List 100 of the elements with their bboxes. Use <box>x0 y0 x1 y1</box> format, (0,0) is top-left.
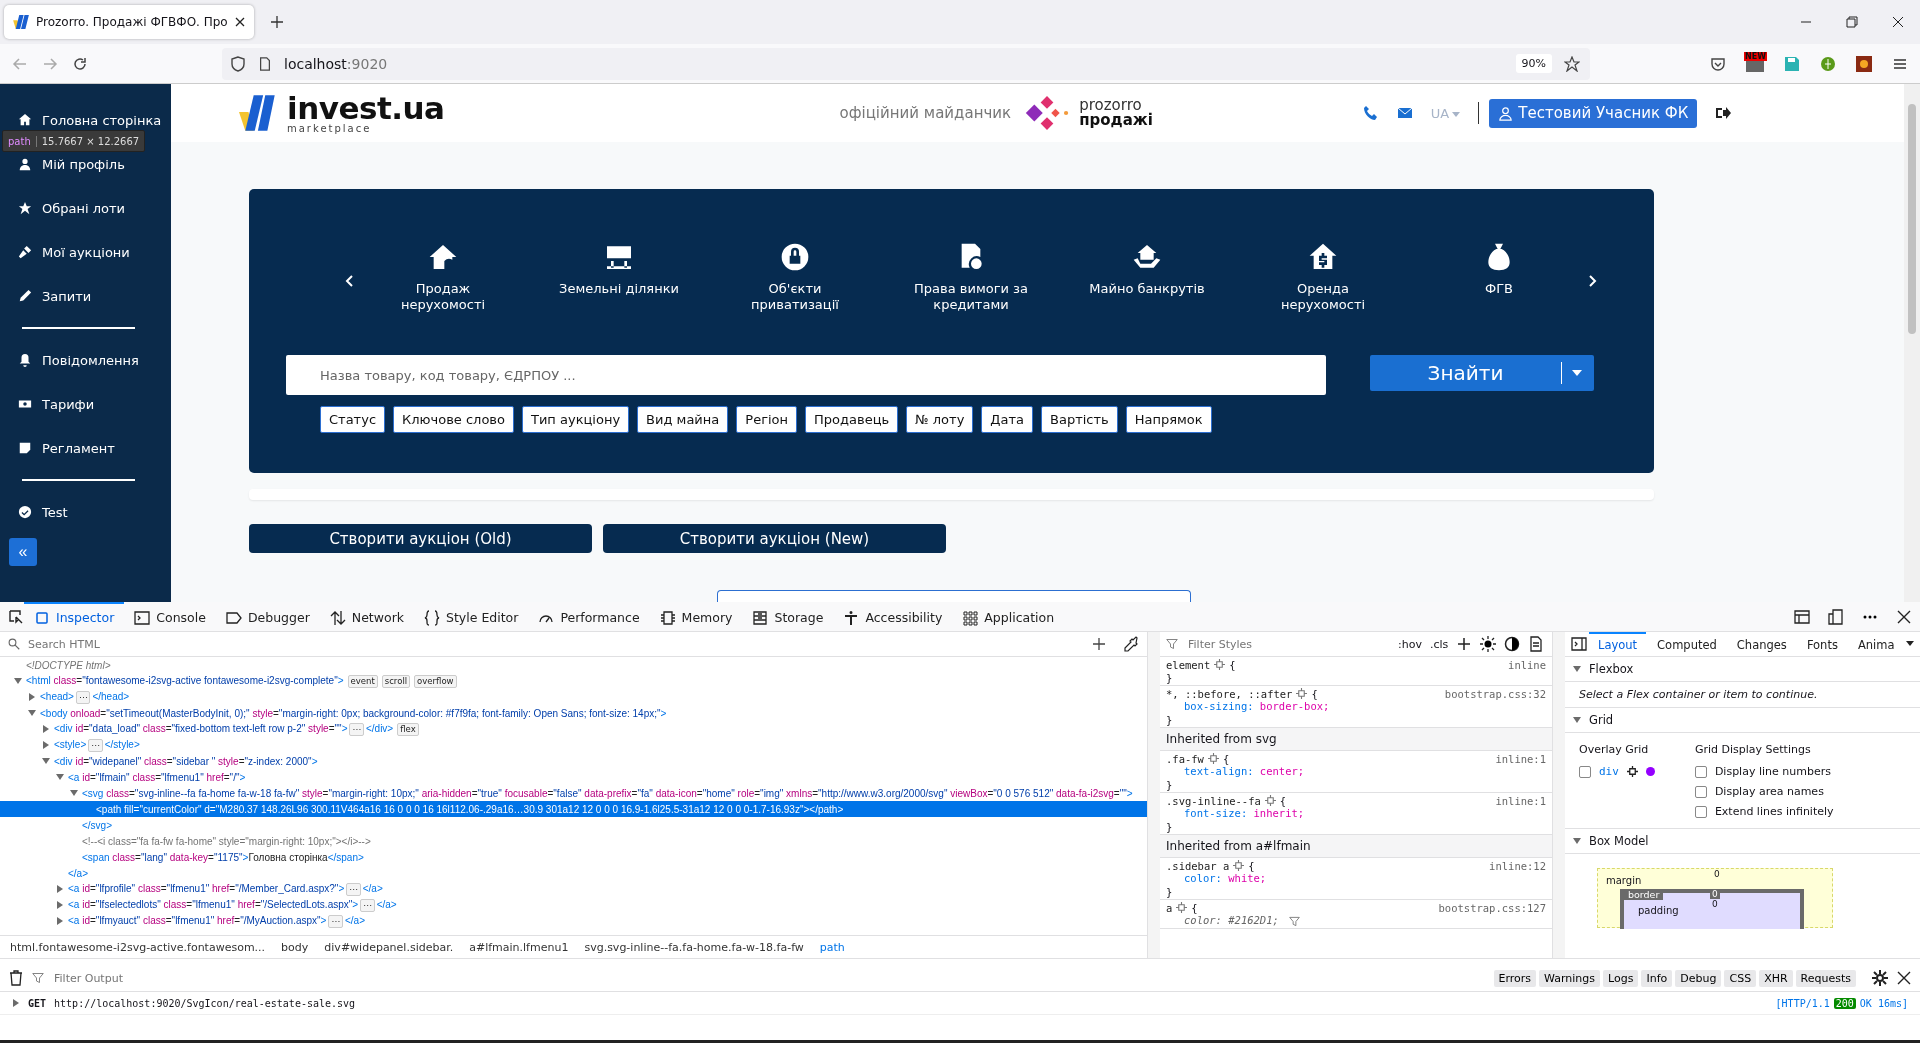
log-filter-button[interactable]: Info <box>1641 969 1673 987</box>
css-declaration[interactable]: color: white; <box>1184 872 1267 885</box>
margin-value[interactable]: 0 <box>1714 869 1720 879</box>
panel-tab[interactable]: Changes <box>1727 632 1796 656</box>
close-icon[interactable] <box>1896 970 1912 986</box>
expand-arrow-icon[interactable] <box>56 917 64 925</box>
plus-icon[interactable] <box>1091 636 1107 652</box>
devtools-tab[interactable]: Console <box>124 602 216 631</box>
devtools-tab[interactable]: Performance <box>528 602 650 631</box>
sun-icon[interactable] <box>1856 55 1872 72</box>
star-icon[interactable] <box>1564 55 1580 72</box>
sidebar-item[interactable]: Тарифи <box>0 382 171 426</box>
filter-chip[interactable]: Статус <box>320 406 386 433</box>
sidebar-item[interactable]: Мої аукціони <box>0 230 171 274</box>
scrollbar[interactable] <box>1552 632 1565 958</box>
close-icon[interactable] <box>1896 608 1912 625</box>
breadcrumb[interactable]: a#lfmain.lfmenu1 <box>469 940 569 954</box>
expand-arrow-icon[interactable] <box>70 789 78 797</box>
collapse-arrow-icon[interactable] <box>1573 837 1581 845</box>
zoom-badge[interactable]: 90% <box>1515 54 1552 73</box>
css-selector[interactable]: *, ::before, ::after <box>1166 687 1293 700</box>
setting-checkbox[interactable]: Extend lines infinitely <box>1694 805 1834 818</box>
html-line[interactable]: <head> ⋯ </head> <box>40 690 130 704</box>
category-link[interactable]: Оренда нерухомості <box>1235 241 1411 313</box>
logout-icon[interactable] <box>1715 105 1732 121</box>
css-declaration[interactable]: box-sizing: border-box; <box>1184 700 1330 713</box>
close-icon[interactable] <box>233 16 246 28</box>
filter-chip[interactable]: Дата <box>981 406 1033 433</box>
devtools-tab[interactable]: Storage <box>742 602 834 631</box>
html-line[interactable]: <!DOCTYPE html> <box>26 659 111 671</box>
eyedropper-icon[interactable] <box>1123 636 1139 652</box>
css-selector[interactable]: .svg-inline--fa <box>1166 794 1261 807</box>
restore-icon[interactable] <box>1846 16 1858 28</box>
devtools-tab[interactable]: Memory <box>649 602 743 631</box>
expand-arrow-icon[interactable] <box>28 709 36 717</box>
pocket-icon[interactable] <box>1710 55 1726 72</box>
breadcrumb[interactable]: path <box>819 940 845 954</box>
html-line[interactable]: </svg> <box>82 819 113 831</box>
phone-icon[interactable] <box>1362 105 1379 121</box>
expand-arrow-icon[interactable] <box>12 999 20 1007</box>
devtools-tab[interactable]: Style Editor <box>414 602 529 631</box>
log-filter-button[interactable]: Logs <box>1603 969 1639 987</box>
color-dot[interactable] <box>1645 767 1655 776</box>
filter-chip[interactable]: Тип аукціону <box>521 406 630 433</box>
devtools-tab[interactable]: Debugger <box>215 602 320 631</box>
sidebar-item[interactable]: Test <box>0 490 171 534</box>
expand-arrow-icon[interactable] <box>14 677 22 685</box>
css-source[interactable]: bootstrap.css:32 <box>1444 687 1546 700</box>
collapse-arrow-icon[interactable] <box>1573 665 1581 673</box>
save-icon[interactable] <box>1784 55 1800 72</box>
plus-icon[interactable] <box>269 15 284 29</box>
target-icon[interactable] <box>1626 766 1638 777</box>
user-button[interactable]: Тестовий Учасник ФК <box>1489 98 1698 128</box>
panel-tab[interactable]: Computed <box>1648 632 1726 656</box>
sidebar-toggle-icon[interactable] <box>1571 636 1587 652</box>
category-link[interactable]: Земельні ділянки <box>531 241 707 297</box>
expand-arrow-icon[interactable] <box>42 725 50 733</box>
html-line[interactable]: <a id="lfmain" class="lfmenu1" href="/"> <box>68 771 246 783</box>
html-line[interactable]: <a id="lfselectedlots" class="lfmenu1" href="/SelectedLots.aspx"> ⋯ </a> <box>68 898 397 912</box>
devtools-tab[interactable]: Inspector <box>24 602 125 631</box>
dock-icon[interactable] <box>1794 608 1810 625</box>
filter-chip[interactable]: Вартість <box>1041 406 1118 433</box>
html-line[interactable]: <html class="fontawesome-i2svg-active fontawesome-i2svg-complete"> event scroll overflow <box>26 674 457 688</box>
breadcrumb[interactable]: body <box>281 940 309 954</box>
setting-checkbox[interactable]: Display line numbers <box>1694 765 1834 778</box>
category-link[interactable]: Продаж нерухомості <box>355 241 531 313</box>
log-filter-button[interactable]: Errors <box>1493 969 1537 987</box>
filter-chip[interactable]: Напрямок <box>1125 406 1212 433</box>
breadcrumb[interactable]: div#widepanel.sidebar. <box>324 940 454 954</box>
expand-arrow-icon[interactable] <box>56 773 64 781</box>
create-auction-button[interactable]: Створити аукціон (Old) <box>249 524 592 553</box>
html-line[interactable]: <body onload="setTimeout(MasterBodyInit, 0);" style="margin-right: 0px; background-color: #f7f9fa; font-family: Open Sans; font-size: 14px;"> <box>40 707 667 719</box>
expand-arrow-icon[interactable] <box>42 757 50 765</box>
picker-icon[interactable] <box>8 608 24 625</box>
css-selector[interactable]: a <box>1166 901 1173 914</box>
css-declaration[interactable]: font-size: inherit; <box>1184 807 1305 820</box>
log-filter-button[interactable]: Warnings <box>1539 969 1601 987</box>
html-line[interactable]: <a id="lfmyauct" class="lfmenu1" href="/MyAuction.aspx"> ⋯ </a> <box>68 914 365 928</box>
section-title[interactable]: Flexbox <box>1589 662 1634 676</box>
html-line[interactable]: <div id="data_load" class="fixed-bottom text-left row p-2" style=""> ⋯ </div> flex <box>54 722 419 736</box>
category-link[interactable]: ФГВ <box>1411 241 1587 297</box>
filter-icon[interactable] <box>1288 915 1300 927</box>
setting-checkbox[interactable]: Display area names <box>1694 785 1834 798</box>
trash-icon[interactable] <box>8 970 24 986</box>
border-value[interactable]: 0 <box>1710 889 1720 899</box>
log-filter-button[interactable]: CSS <box>1724 969 1757 987</box>
css-source[interactable]: inline:1 <box>1495 794 1546 807</box>
css-source[interactable]: inline <box>1508 658 1546 671</box>
sidebar-item[interactable]: Повідомлення <box>0 338 171 382</box>
log-filter-button[interactable]: XHR <box>1759 969 1793 987</box>
panel-tab[interactable]: Fonts <box>1797 632 1847 656</box>
devtools-tab[interactable]: Accessibility <box>833 602 953 631</box>
devtools-tab[interactable]: Application <box>952 602 1065 631</box>
panel-tab[interactable]: Layout <box>1589 632 1647 656</box>
address-bar[interactable]: localhost:9020 90% <box>222 47 1590 80</box>
document-icon[interactable] <box>1528 636 1545 652</box>
breadcrumb[interactable]: html.fontawesome-i2svg-active.fontawesom... <box>10 940 266 954</box>
browser-tab[interactable]: Prozorro. Продажі ФГВФО. Про <box>4 5 254 39</box>
css-selector[interactable]: element <box>1166 658 1211 671</box>
find-button[interactable]: Знайти <box>1370 355 1594 391</box>
